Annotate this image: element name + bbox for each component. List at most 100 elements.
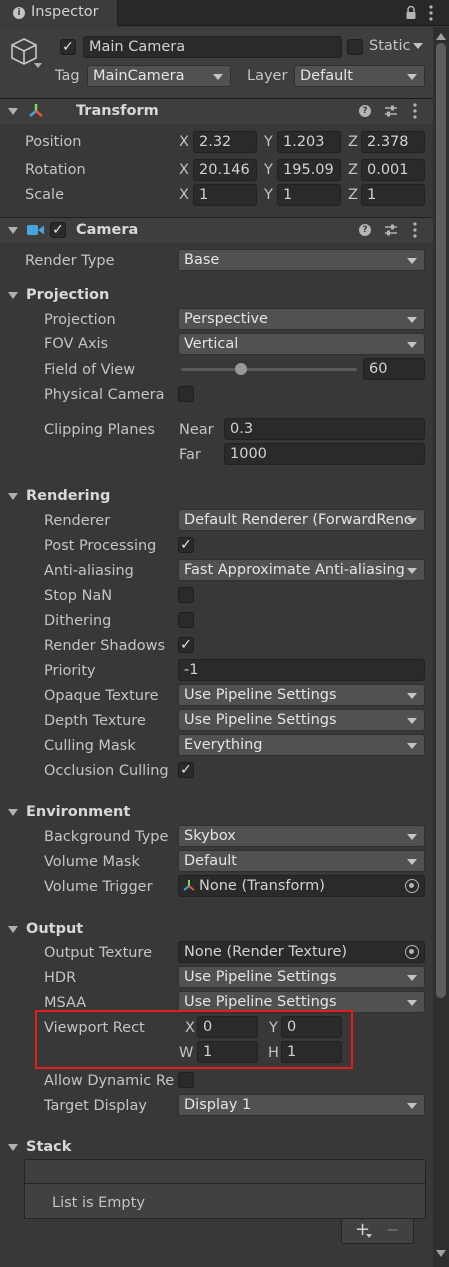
allow-dynamic-resolution-checkbox[interactable] [178, 1072, 194, 1088]
position-z-field[interactable]: 2.378 [361, 131, 425, 153]
near-field[interactable]: 0.3 [224, 418, 425, 440]
depth-texture-dropdown[interactable]: Use Pipeline Settings [178, 709, 425, 731]
stack-add-dropdown-icon[interactable] [366, 1234, 372, 1238]
environment-foldout-icon[interactable] [8, 809, 18, 816]
opaque-texture-dropdown[interactable]: Use Pipeline Settings [178, 684, 425, 706]
camera-presets-icon[interactable] [384, 223, 398, 237]
far-label: Far [179, 447, 201, 463]
far-field[interactable]: 1000 [224, 443, 425, 465]
stack-title[interactable]: Stack [26, 1137, 71, 1157]
tag-dropdown[interactable]: MainCamera [87, 65, 231, 87]
culling-mask-dropdown[interactable]: Everything [178, 734, 425, 756]
rotation-x-field[interactable]: 20.146 [193, 159, 257, 181]
hdr-dropdown[interactable]: Use Pipeline Settings [178, 966, 425, 988]
rotation-y-field[interactable]: 195.09 [277, 159, 341, 181]
transform-title[interactable]: Transform [76, 101, 159, 121]
fov-axis-dropdown[interactable]: Vertical [178, 333, 425, 355]
rotation-label: Rotation [25, 162, 86, 178]
rotation-z-field[interactable]: 0.001 [361, 159, 425, 181]
renderer-dropdown[interactable]: Default Renderer (ForwardRenc [178, 509, 425, 531]
camera-help-icon[interactable]: ? [359, 224, 371, 236]
stack-foldout-icon[interactable] [8, 1144, 18, 1151]
scale-x-label[interactable]: X [179, 185, 189, 205]
render-type-label: Render Type [25, 253, 115, 269]
lock-icon[interactable] [405, 5, 417, 20]
viewport-y-label[interactable]: Y [269, 1018, 278, 1038]
physical-camera-checkbox[interactable] [178, 386, 194, 402]
output-title[interactable]: Output [26, 919, 83, 939]
camera-enabled-toggle[interactable]: ✓ [50, 222, 66, 238]
volume-trigger-label: Volume Trigger [44, 879, 153, 895]
rotation-y-label[interactable]: Y [264, 160, 273, 180]
viewport-x-label[interactable]: X [185, 1018, 195, 1038]
depth-texture-label: Depth Texture [44, 713, 146, 729]
output-texture-field[interactable]: None (Render Texture) [178, 941, 425, 963]
occlusion-culling-checkbox[interactable]: ✓ [178, 762, 194, 778]
gameobject-cube-icon[interactable] [9, 36, 39, 66]
render-shadows-checkbox[interactable]: ✓ [178, 637, 194, 653]
scale-z-label[interactable]: Z [348, 185, 358, 205]
scroll-down-icon[interactable] [436, 1250, 446, 1257]
position-z-label[interactable]: Z [348, 132, 358, 152]
stack-remove-button[interactable]: − [386, 1220, 399, 1240]
scale-x-field[interactable]: 1 [193, 184, 257, 206]
target-display-dropdown[interactable]: Display 1 [178, 1094, 425, 1116]
rotation-x-label[interactable]: X [179, 160, 189, 180]
viewport-w-field[interactable]: 1 [197, 1041, 258, 1063]
position-x-label[interactable]: X [179, 132, 189, 152]
scrollbar-track[interactable] [433, 27, 449, 1267]
camera-menu-icon[interactable] [411, 221, 419, 239]
transform-menu-icon[interactable] [411, 102, 419, 120]
static-dropdown-icon[interactable] [413, 43, 423, 49]
rendering-foldout-icon[interactable] [8, 493, 18, 500]
tab-menu-icon[interactable] [427, 4, 435, 22]
volume-mask-dropdown[interactable]: Default [178, 850, 425, 872]
static-checkbox[interactable] [347, 39, 363, 55]
anti-aliasing-dropdown[interactable]: Fast Approximate Anti-aliasing [178, 559, 425, 581]
object-name-field[interactable]: Main Camera [83, 36, 342, 58]
viewport-y-field[interactable]: 0 [281, 1016, 342, 1038]
static-label[interactable]: Static [369, 36, 410, 56]
output-foldout-icon[interactable] [8, 926, 18, 933]
scale-y-field[interactable]: 1 [277, 184, 341, 206]
position-y-label[interactable]: Y [264, 132, 273, 152]
fov-slider-track[interactable] [181, 368, 357, 371]
camera-title[interactable]: Camera [76, 220, 138, 240]
background-type-dropdown[interactable]: Skybox [178, 825, 425, 847]
projection-foldout-icon[interactable] [8, 292, 18, 299]
transform-help-icon[interactable]: ? [359, 105, 371, 117]
tab-inspector[interactable]: i Inspector [0, 0, 118, 26]
rendering-title[interactable]: Rendering [26, 486, 110, 506]
position-y-field[interactable]: 1.203 [277, 131, 341, 153]
render-shadows-label: Render Shadows [44, 638, 165, 654]
render-type-dropdown[interactable]: Base [178, 249, 425, 271]
viewport-x-field[interactable]: 0 [197, 1016, 258, 1038]
scale-y-label[interactable]: Y [264, 185, 273, 205]
scroll-up-icon[interactable] [436, 33, 446, 40]
camera-foldout-icon[interactable] [8, 227, 18, 234]
position-x-field[interactable]: 2.32 [193, 131, 257, 153]
scrollbar-thumb[interactable] [436, 43, 446, 998]
projection-dropdown[interactable]: Perspective [178, 308, 425, 330]
volume-trigger-field[interactable]: None (Transform) [178, 875, 425, 897]
layer-dropdown[interactable]: Default [294, 65, 425, 87]
fov-slider-thumb[interactable] [234, 363, 247, 375]
post-processing-checkbox[interactable]: ✓ [178, 537, 194, 553]
projection-title[interactable]: Projection [26, 285, 109, 305]
viewport-w-label[interactable]: W [179, 1043, 193, 1063]
viewport-h-field[interactable]: 1 [281, 1041, 342, 1063]
fov-value-field[interactable]: 60 [363, 358, 425, 380]
dithering-checkbox[interactable] [178, 612, 194, 628]
volume-trigger-picker-icon[interactable] [405, 879, 419, 893]
scale-z-field[interactable]: 1 [361, 184, 425, 206]
transform-foldout-icon[interactable] [8, 108, 18, 115]
viewport-h-label[interactable]: H [268, 1043, 279, 1063]
stop-nan-checkbox[interactable] [178, 587, 194, 603]
icon-dropdown-arrow-icon[interactable] [34, 63, 42, 68]
environment-title[interactable]: Environment [26, 802, 130, 822]
active-toggle[interactable]: ✓ [60, 39, 76, 55]
transform-presets-icon[interactable] [384, 104, 398, 118]
output-texture-picker-icon[interactable] [405, 945, 419, 959]
rotation-z-label[interactable]: Z [348, 160, 358, 180]
priority-field[interactable]: -1 [178, 659, 425, 681]
